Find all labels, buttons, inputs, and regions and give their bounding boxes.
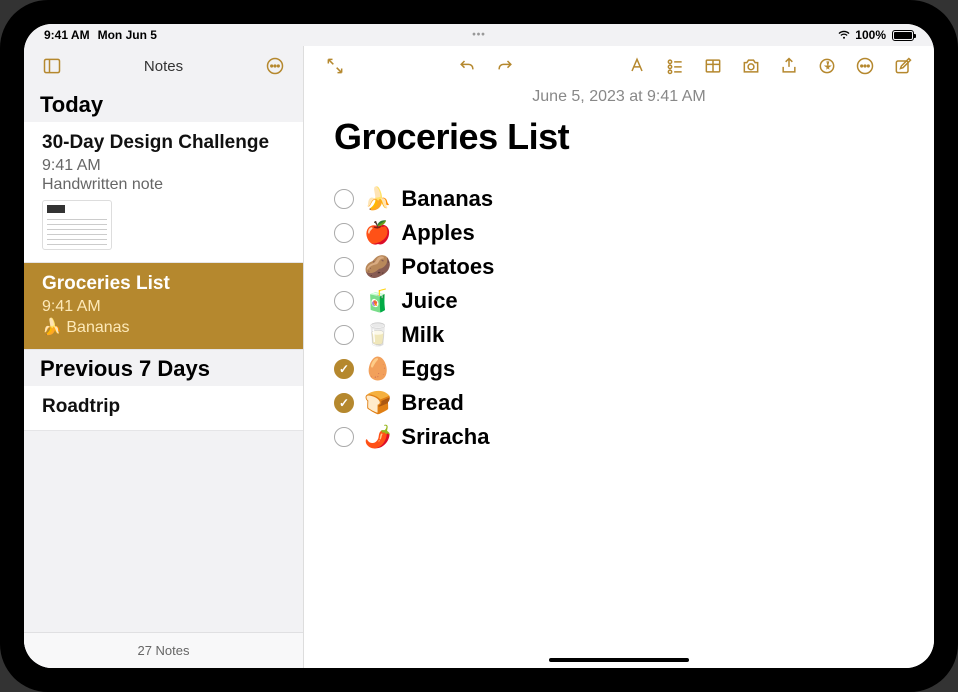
check-circle[interactable]: [334, 359, 354, 379]
item-text[interactable]: Bread: [401, 390, 463, 416]
note-thumbnail: [42, 200, 112, 250]
notes-list[interactable]: Today 30-Day Design Challenge 9:41 AM Ha…: [24, 86, 303, 632]
status-right: 100%: [837, 28, 914, 42]
sidebar: Notes Today 30-Day Design Challenge 9:41…: [24, 46, 304, 668]
compose-button[interactable]: [886, 52, 920, 80]
status-bar: 9:41 AM Mon Jun 5 ••• 100%: [24, 24, 934, 46]
sidebar-header: Notes: [24, 46, 303, 86]
item-emoji: 🌶️: [364, 424, 391, 450]
checklist-item[interactable]: 🌶️ Sriracha: [334, 424, 904, 450]
status-left: 9:41 AM Mon Jun 5: [44, 28, 157, 42]
note-item-time: 9:41 AM: [42, 298, 285, 316]
markup-button[interactable]: [810, 52, 844, 80]
check-circle[interactable]: [334, 223, 354, 243]
note-item-title: 30-Day Design Challenge: [42, 132, 285, 155]
note-item-design-challenge[interactable]: 30-Day Design Challenge 9:41 AM Handwrit…: [24, 122, 303, 263]
check-circle[interactable]: [334, 325, 354, 345]
sidebar-more-button[interactable]: [261, 52, 289, 80]
camera-button[interactable]: [734, 52, 768, 80]
item-emoji: 🍞: [364, 390, 391, 416]
battery-percent: 100%: [855, 28, 886, 42]
checklist-item[interactable]: 🥛 Milk: [334, 322, 904, 348]
item-emoji: 🥛: [364, 322, 391, 348]
note-heading[interactable]: Groceries List: [334, 116, 904, 158]
section-header-previous: Previous 7 Days: [24, 350, 303, 386]
toggle-sidebar-button[interactable]: [38, 52, 66, 80]
item-emoji: 🍎: [364, 220, 391, 246]
note-item-groceries[interactable]: Groceries List 9:41 AM 🍌 Bananas: [24, 263, 303, 350]
note-body[interactable]: June 5, 2023 at 9:41 AM Groceries List 🍌…: [304, 86, 934, 668]
item-emoji: 🥚: [364, 356, 391, 382]
check-circle[interactable]: [334, 427, 354, 447]
note-item-preview: Handwritten note: [42, 176, 285, 194]
note-item-time: 9:41 AM: [42, 157, 285, 175]
note-item-title: Groceries List: [42, 273, 285, 296]
home-indicator[interactable]: [549, 658, 689, 662]
fullscreen-button[interactable]: [318, 52, 352, 80]
format-button[interactable]: [620, 52, 654, 80]
more-button[interactable]: [848, 52, 882, 80]
checklist-button[interactable]: [658, 52, 692, 80]
item-text[interactable]: Potatoes: [401, 254, 494, 280]
checklist-item[interactable]: 🧃 Juice: [334, 288, 904, 314]
undo-button[interactable]: [450, 52, 484, 80]
redo-button[interactable]: [488, 52, 522, 80]
item-emoji: 🧃: [364, 288, 391, 314]
check-circle[interactable]: [334, 257, 354, 277]
item-text[interactable]: Eggs: [401, 356, 455, 382]
battery-icon: [892, 30, 914, 41]
item-text[interactable]: Bananas: [401, 186, 493, 212]
section-header-today: Today: [24, 86, 303, 122]
editor-toolbar: [304, 46, 934, 86]
checklist[interactable]: 🍌 Bananas 🍎 Apples 🥔 Potatoes 🧃 Juice 🥛 Milk 🥚 Eggs…: [334, 186, 904, 450]
check-circle[interactable]: [334, 189, 354, 209]
share-button[interactable]: [772, 52, 806, 80]
checklist-item[interactable]: 🍌 Bananas: [334, 186, 904, 212]
sidebar-title: Notes: [144, 58, 183, 75]
item-text[interactable]: Sriracha: [401, 424, 489, 450]
checklist-item[interactable]: 🥔 Potatoes: [334, 254, 904, 280]
wifi-icon: [837, 30, 851, 40]
notes-count: 27 Notes: [24, 632, 303, 668]
status-date: Mon Jun 5: [98, 28, 157, 42]
note-item-title: Roadtrip: [42, 396, 285, 419]
item-text[interactable]: Juice: [401, 288, 457, 314]
item-text[interactable]: Apples: [401, 220, 474, 246]
check-circle[interactable]: [334, 291, 354, 311]
note-item-roadtrip[interactable]: Roadtrip: [24, 386, 303, 432]
note-item-preview: 🍌 Bananas: [42, 317, 285, 337]
checklist-item[interactable]: 🍞 Bread: [334, 390, 904, 416]
ipad-frame: 9:41 AM Mon Jun 5 ••• 100% Notes: [0, 0, 958, 692]
content-area: Notes Today 30-Day Design Challenge 9:41…: [24, 46, 934, 668]
item-text[interactable]: Milk: [401, 322, 444, 348]
item-emoji: 🍌: [364, 186, 391, 212]
checklist-item[interactable]: 🥚 Eggs: [334, 356, 904, 382]
screen: 9:41 AM Mon Jun 5 ••• 100% Notes: [24, 24, 934, 668]
status-time: 9:41 AM: [44, 28, 90, 42]
check-circle[interactable]: [334, 393, 354, 413]
table-button[interactable]: [696, 52, 730, 80]
note-editor: June 5, 2023 at 9:41 AM Groceries List 🍌…: [304, 46, 934, 668]
checklist-item[interactable]: 🍎 Apples: [334, 220, 904, 246]
item-emoji: 🥔: [364, 254, 391, 280]
note-date: June 5, 2023 at 9:41 AM: [334, 88, 904, 106]
multitask-dots-icon[interactable]: •••: [472, 30, 486, 41]
